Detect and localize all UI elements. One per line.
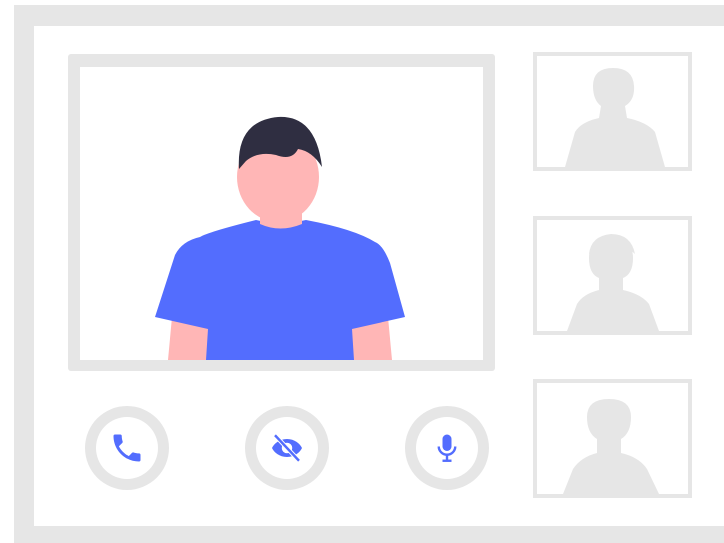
thumbnail-screen bbox=[537, 220, 688, 331]
person-silhouette-icon bbox=[567, 234, 659, 331]
call-button-face bbox=[96, 417, 158, 479]
person-silhouette-icon bbox=[563, 399, 659, 494]
microphone-icon bbox=[437, 434, 457, 462]
main-participant-avatar bbox=[155, 116, 405, 360]
participant-thumbnail[interactable] bbox=[533, 216, 692, 335]
participant-thumbnail[interactable] bbox=[533, 379, 692, 498]
call-button[interactable] bbox=[85, 406, 169, 490]
participant-thumbnail[interactable] bbox=[533, 52, 692, 171]
video-call-illustration bbox=[0, 0, 724, 543]
toggle-video-button-face bbox=[256, 417, 318, 479]
toggle-video-button[interactable] bbox=[245, 406, 329, 490]
microphone-button[interactable] bbox=[405, 406, 489, 490]
microphone-button-face bbox=[416, 417, 478, 479]
phone-icon bbox=[113, 434, 141, 462]
main-video-feed[interactable] bbox=[80, 67, 483, 360]
eye-slash-icon bbox=[272, 433, 302, 463]
thumbnail-screen bbox=[537, 383, 688, 494]
thumbnail-screen bbox=[537, 56, 688, 167]
person-silhouette-icon bbox=[565, 68, 665, 167]
